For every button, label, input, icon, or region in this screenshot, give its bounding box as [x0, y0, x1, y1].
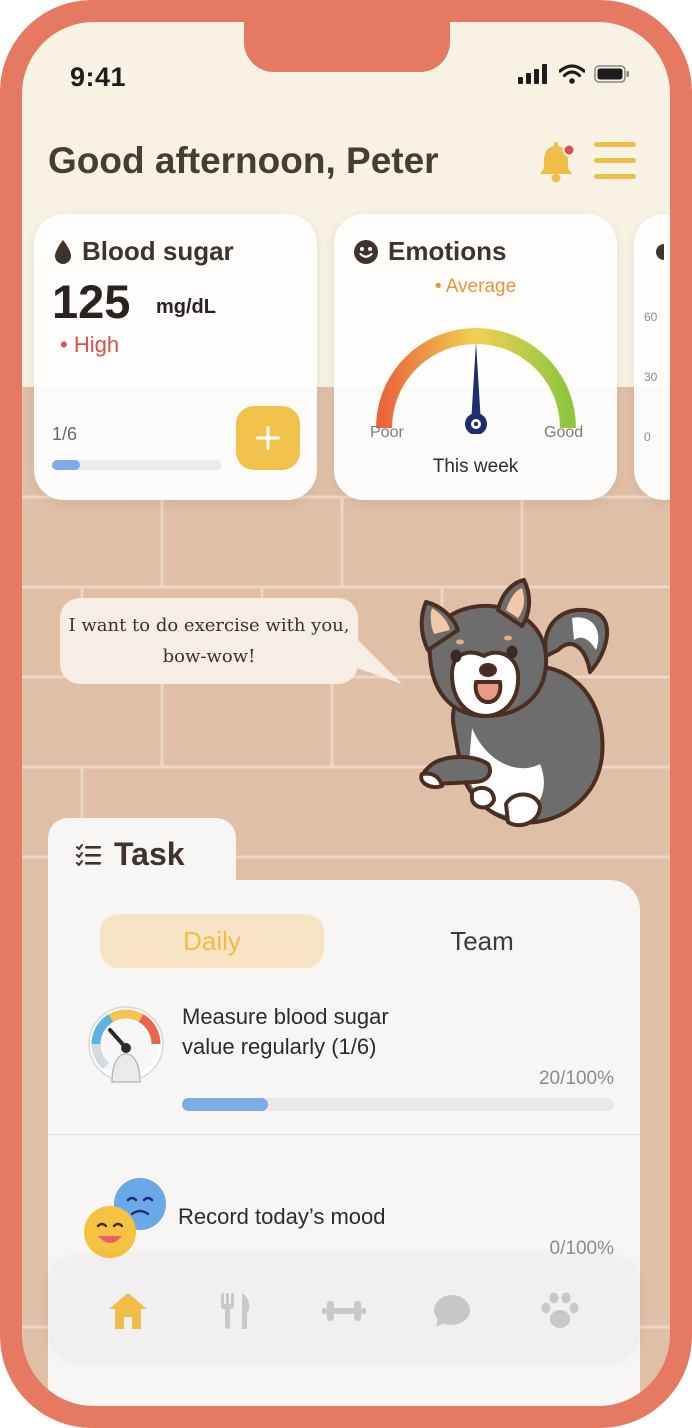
- bottom-tab-bar: [48, 1258, 640, 1364]
- blood-sugar-value: 125: [52, 275, 131, 328]
- fork-knife-icon: [221, 1293, 250, 1329]
- task-percent: 0/100%: [549, 1238, 614, 1259]
- chart-tick-label: 0: [644, 430, 651, 444]
- cellular-signal-icon: [518, 64, 547, 84]
- blood-sugar-status: • High: [60, 332, 120, 357]
- greeting-title: Good afternoon, Peter: [48, 140, 439, 181]
- task-title-line2: value regularly (1/6): [182, 1034, 377, 1059]
- emotions-card[interactable]: Emotions • Average Poor Good This week: [334, 214, 617, 500]
- task-title: Record today’s mood: [178, 1204, 386, 1229]
- tab-home[interactable]: [98, 1281, 158, 1341]
- chat-bubble-icon: [434, 1295, 470, 1327]
- blood-sugar-progress-fill: [52, 460, 81, 470]
- task-percent: 20/100%: [538, 1068, 614, 1089]
- tab-pet[interactable]: [530, 1281, 590, 1341]
- dumbbell-icon: [322, 1301, 366, 1321]
- status-time: 9:41: [70, 62, 127, 92]
- blood-sugar-unit: mg/dL: [156, 296, 216, 318]
- task-progress-fill: [182, 1098, 269, 1111]
- tab-daily[interactable]: Daily: [100, 914, 324, 968]
- glucose-meter-icon: [88, 1006, 164, 1083]
- pet-speech-bubble: I want to do exercise with you, bow-wow!: [60, 598, 358, 684]
- task-progress-bar: [182, 1098, 614, 1111]
- app-screen: 9:41 Good afternoon, Peter Blood sugar 1…: [22, 22, 670, 1406]
- emotion-period-label: This week: [432, 456, 519, 477]
- mood-faces-icon: [84, 1178, 166, 1258]
- chart-tick-label: 30: [644, 370, 658, 384]
- status-bar: 9:41: [22, 22, 670, 102]
- task-section-title: Task: [114, 836, 185, 872]
- plus-icon: [256, 426, 280, 450]
- task-title-line1: Measure blood sugar: [182, 1004, 389, 1029]
- blood-sugar-progress-bar: [52, 460, 222, 470]
- emotion-gauge: [376, 328, 576, 434]
- blood-drop-icon: [55, 239, 71, 264]
- tab-team[interactable]: Team: [370, 914, 594, 968]
- add-blood-sugar-button[interactable]: [236, 406, 300, 470]
- tab-exercise[interactable]: [314, 1281, 374, 1341]
- smiley-face-icon: [354, 239, 378, 264]
- status-icons: [518, 64, 630, 84]
- blood-sugar-card[interactable]: Blood sugar 125 mg/dL • High 1/6: [34, 214, 317, 500]
- battery-icon: [594, 65, 629, 83]
- paw-icon: [541, 1292, 579, 1328]
- wifi-icon: [559, 64, 585, 84]
- tab-diet[interactable]: [206, 1281, 266, 1341]
- emotions-title: Emotions: [388, 236, 507, 266]
- home-icon: [109, 1293, 147, 1329]
- gauge-good-label: Good: [544, 424, 584, 441]
- blood-sugar-title: Blood sugar: [82, 236, 234, 266]
- task-divider: [48, 1134, 640, 1135]
- gauge-poor-label: Poor: [370, 424, 404, 441]
- menu-icon[interactable]: [594, 142, 636, 186]
- card-icon: [656, 244, 664, 260]
- shiba-dog-illustration[interactable]: [390, 578, 630, 838]
- checklist-icon: [76, 843, 101, 866]
- chart-tick-label: 60: [644, 310, 658, 324]
- tab-chat[interactable]: [422, 1281, 482, 1341]
- blood-sugar-progress-label: 1/6: [52, 424, 78, 444]
- notification-bell-icon[interactable]: [536, 140, 576, 186]
- emotion-average-label: • Average: [434, 276, 517, 297]
- activity-chart-card[interactable]: 60 30 0: [634, 214, 670, 500]
